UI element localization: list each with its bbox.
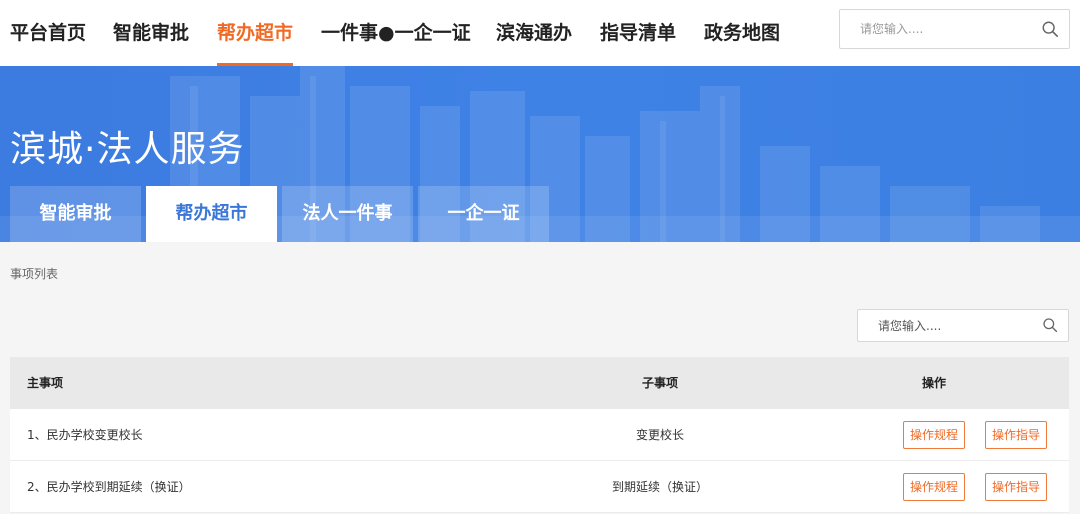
breadcrumb: 事项列表 <box>10 267 59 281</box>
list-search-input[interactable] <box>858 310 1033 341</box>
header-main-matter: 主事项 <box>27 376 64 390</box>
nav-item-help-market[interactable]: 帮办超市 <box>217 0 294 66</box>
nav-item-home[interactable]: 平台首页 <box>10 0 86 66</box>
banner: 滨城·法人服务 智能审批 帮办超市 法人一件事 一企一证 <box>0 66 1080 242</box>
table-row: 1、民办学校变更校长 变更校长 操作规程 操作指导 <box>10 409 1069 461</box>
row-sub-matter: 到期延续（换证） <box>611 480 708 494</box>
top-search-box <box>839 9 1070 49</box>
operation-rules-button[interactable]: 操作规程 <box>903 473 966 501</box>
search-icon[interactable] <box>1042 317 1058 333</box>
tab-legal-one-thing[interactable]: 法人一件事 <box>282 186 413 242</box>
table-row: 2、民办学校到期延续（换证） 到期延续（换证） 操作规程 操作指导 <box>10 461 1069 513</box>
row-sub-matter: 变更校长 <box>635 428 684 442</box>
nav-item-binhai-service[interactable]: 滨海通办 <box>496 0 572 66</box>
top-search-input[interactable] <box>840 10 1030 48</box>
header-sub-matter: 子事项 <box>641 376 678 390</box>
operation-guide-button[interactable]: 操作指导 <box>985 421 1048 449</box>
header-actions: 操作 <box>921 376 946 390</box>
search-icon[interactable] <box>1041 20 1059 38</box>
nav-item-guide-list[interactable]: 指导清单 <box>600 0 676 66</box>
tab-help-market[interactable]: 帮办超市 <box>146 186 277 242</box>
row-main-matter: 2、民办学校到期延续（换证） <box>27 480 191 494</box>
top-navigation: 平台首页 智能审批 帮办超市 一件事●一企一证 滨海通办 指导清单 政务地图 <box>0 0 1080 66</box>
banner-title: 滨城·法人服务 <box>10 129 245 170</box>
table-header: 主事项 子事项 操作 <box>10 357 1069 409</box>
row-main-matter: 1、民办学校变更校长 <box>27 428 143 442</box>
list-search-box <box>857 309 1069 342</box>
operation-guide-button[interactable]: 操作指导 <box>985 473 1048 501</box>
tab-one-enterprise-one-license[interactable]: 一企一证 <box>418 186 549 242</box>
matters-table: 主事项 子事项 操作 1、民办学校变更校长 变更校长 操作规程 操作指导 2、民… <box>10 357 1069 513</box>
nav-item-label: 帮办超市 <box>217 22 294 44</box>
nav-item-one-thing[interactable]: 一件事●一企一证 <box>321 0 471 66</box>
nav-item-gov-map[interactable]: 政务地图 <box>704 0 780 66</box>
nav-item-smart-approval[interactable]: 智能审批 <box>113 0 189 66</box>
operation-rules-button[interactable]: 操作规程 <box>903 421 966 449</box>
tab-smart-approval[interactable]: 智能审批 <box>10 186 141 242</box>
